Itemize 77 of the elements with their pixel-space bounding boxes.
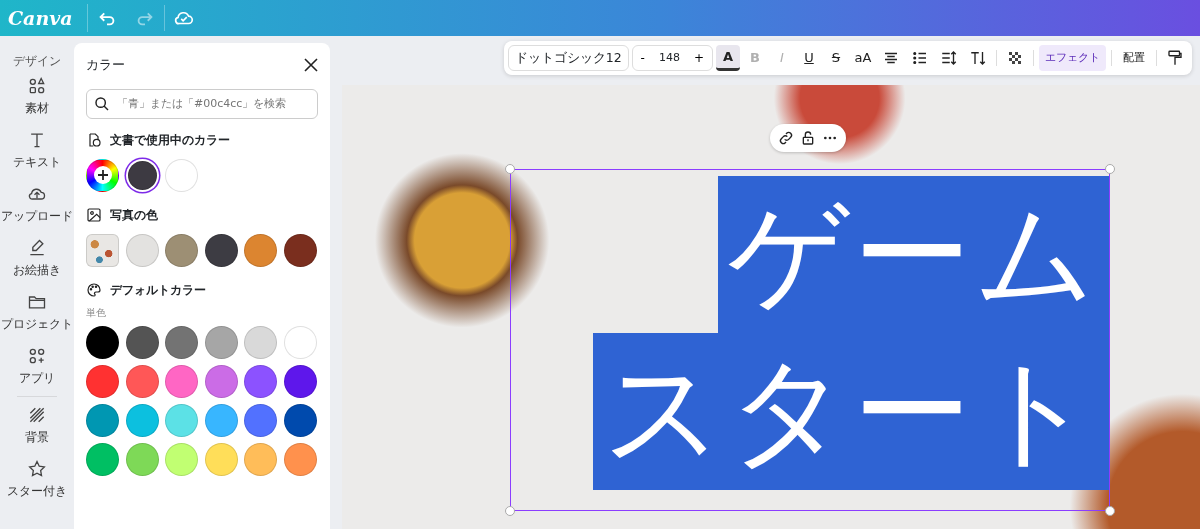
checkerboard-icon[interactable] (1006, 49, 1024, 67)
resize-handle[interactable] (505, 506, 515, 516)
search-field[interactable]: 「青」または「#00c4cc」を検索 (86, 88, 318, 119)
sidebar-item[interactable]: お絵描き (13, 262, 61, 280)
color-swatch[interactable] (165, 403, 199, 437)
color-swatch[interactable] (204, 233, 238, 267)
section-subtitle: 単色 (86, 305, 107, 320)
headline-text: スタート (593, 332, 1110, 490)
sidebar-item[interactable]: アプリ (19, 370, 55, 388)
palette-icon (86, 281, 102, 298)
color-swatch[interactable] (165, 364, 199, 398)
color-swatch[interactable] (244, 325, 278, 359)
color-swatch[interactable] (204, 442, 238, 476)
color-swatch[interactable] (283, 233, 317, 267)
sidebar-item[interactable]: テキスト (13, 154, 61, 172)
color-swatch[interactable] (125, 403, 159, 437)
sidebar-item[interactable]: スター付き (7, 483, 67, 501)
color-swatch[interactable] (204, 403, 238, 437)
text-position-icon[interactable] (969, 49, 987, 67)
color-swatch[interactable] (244, 442, 278, 476)
sidebar-item[interactable]: 素材 (25, 100, 49, 118)
toolbar-button[interactable]: エフェクト (1039, 45, 1106, 71)
decrease-size-button[interactable]: - (632, 49, 653, 67)
color-swatch[interactable] (283, 325, 317, 359)
sidebar-item[interactable]: アップロード (1, 208, 73, 226)
color-swatch[interactable] (127, 160, 157, 190)
color-swatch[interactable] (244, 403, 278, 437)
resize-handle[interactable] (1105, 164, 1115, 174)
format-button[interactable]: U (797, 45, 821, 71)
color-swatch[interactable] (125, 325, 159, 359)
plus-icon (93, 166, 112, 184)
resize-handle[interactable] (505, 164, 515, 174)
color-swatch[interactable] (125, 233, 159, 267)
photo-thumbnail[interactable] (86, 233, 119, 267)
format-button[interactable]: S (824, 45, 848, 71)
color-swatch[interactable] (283, 442, 317, 476)
add-color-button[interactable] (86, 158, 119, 192)
color-swatch[interactable] (165, 158, 199, 192)
color-swatch[interactable] (204, 325, 238, 359)
palette-doc-icon (86, 131, 102, 148)
text-color-button[interactable]: A (716, 45, 740, 71)
headline-text: ゲーム (718, 176, 1110, 333)
color-swatch[interactable] (86, 442, 119, 476)
link-icon[interactable] (778, 130, 794, 146)
resize-handle[interactable] (1105, 506, 1115, 516)
color-swatch[interactable] (165, 233, 199, 267)
format-button[interactable]: aA (851, 45, 875, 71)
color-swatch[interactable] (283, 403, 317, 437)
color-swatch[interactable] (165, 442, 199, 476)
color-swatch[interactable] (283, 364, 317, 398)
font-size-value: 148 (657, 49, 681, 66)
color-swatch[interactable] (86, 403, 119, 437)
unlock-icon[interactable] (800, 130, 816, 146)
color-swatch[interactable] (244, 233, 278, 267)
color-swatch[interactable] (165, 325, 199, 359)
sidebar-item[interactable]: デザイン (13, 52, 61, 70)
close-icon[interactable] (304, 57, 318, 72)
bullet-list-icon[interactable] (911, 49, 929, 67)
panel-title: カラー (86, 56, 125, 74)
sidebar-item[interactable]: プロジェクト (1, 316, 73, 334)
section-title: 写真の色 (110, 206, 158, 224)
toolbar-button[interactable]: 配置 (1117, 45, 1151, 71)
paint-roller-icon[interactable] (1166, 49, 1184, 67)
color-swatch[interactable] (86, 325, 119, 359)
color-swatch[interactable] (244, 364, 278, 398)
sidebar-item[interactable]: 背景 (25, 429, 49, 447)
color-swatch[interactable] (125, 442, 159, 476)
color-swatch[interactable] (86, 364, 119, 398)
image-icon (86, 206, 102, 223)
font-dropdown[interactable]: ドットゴシック12 (507, 45, 629, 71)
selection-frame[interactable] (510, 169, 1110, 511)
line-spacing-icon[interactable] (940, 49, 958, 67)
color-swatch[interactable] (204, 364, 238, 398)
section-title: デフォルトカラー (110, 281, 206, 299)
color-swatch[interactable] (125, 364, 159, 398)
increase-size-button[interactable]: + (685, 49, 712, 67)
section-title: 文書で使用中のカラー (110, 131, 230, 149)
